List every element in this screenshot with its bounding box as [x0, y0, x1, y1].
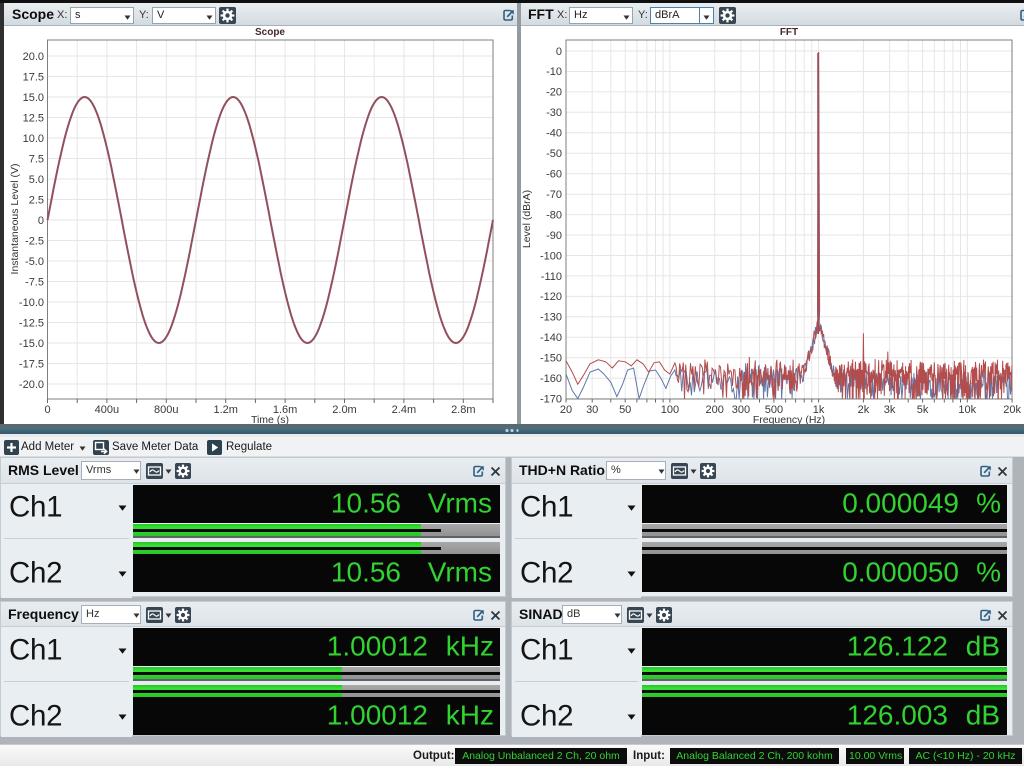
svg-text:5.0: 5.0	[29, 174, 44, 186]
svg-text:20: 20	[560, 404, 572, 416]
svg-text:17.5: 17.5	[23, 71, 44, 83]
svg-text:-150: -150	[540, 353, 562, 365]
svg-text:2.0m: 2.0m	[332, 404, 356, 416]
svg-text:-7.5: -7.5	[25, 276, 44, 288]
svg-text:-120: -120	[540, 291, 562, 303]
svg-text:2.8m: 2.8m	[451, 404, 475, 416]
svg-text:-60: -60	[546, 169, 562, 181]
svg-text:Scope: Scope	[255, 27, 285, 38]
svg-text:0: 0	[38, 215, 44, 227]
svg-text:-5.0: -5.0	[25, 256, 44, 268]
svg-text:2k: 2k	[858, 404, 870, 416]
svg-text:800u: 800u	[154, 404, 178, 416]
svg-text:-2.5: -2.5	[25, 235, 44, 247]
svg-text:3k: 3k	[884, 404, 896, 416]
svg-text:-50: -50	[546, 148, 562, 160]
svg-text:20.0: 20.0	[23, 51, 44, 63]
svg-text:-130: -130	[540, 312, 562, 324]
svg-text:200: 200	[706, 404, 724, 416]
svg-text:30: 30	[586, 404, 598, 416]
svg-text:15.0: 15.0	[23, 92, 44, 104]
svg-text:2.5: 2.5	[29, 194, 44, 206]
svg-text:-20.0: -20.0	[19, 379, 44, 391]
svg-text:0: 0	[556, 46, 562, 58]
svg-text:-110: -110	[541, 271, 562, 283]
svg-text:FFT: FFT	[780, 27, 798, 38]
svg-text:-10: -10	[546, 66, 562, 78]
svg-text:400u: 400u	[95, 404, 119, 416]
svg-text:10k: 10k	[958, 404, 976, 416]
svg-text:20k: 20k	[1003, 404, 1021, 416]
svg-text:10.0: 10.0	[23, 133, 44, 145]
svg-text:0: 0	[44, 404, 50, 416]
svg-text:-100: -100	[540, 250, 562, 262]
svg-text:Level (dBrA): Level (dBrA)	[521, 190, 533, 248]
svg-text:-12.5: -12.5	[19, 317, 44, 329]
svg-text:5k: 5k	[917, 404, 929, 416]
svg-text:-90: -90	[546, 230, 562, 242]
svg-text:-80: -80	[546, 209, 562, 221]
svg-text:-160: -160	[540, 373, 562, 385]
svg-text:-20: -20	[546, 87, 562, 99]
svg-text:-10.0: -10.0	[19, 297, 44, 309]
svg-text:-30: -30	[546, 107, 562, 119]
svg-text:100: 100	[661, 404, 679, 416]
svg-text:2.4m: 2.4m	[392, 404, 416, 416]
svg-text:-170: -170	[540, 393, 562, 405]
svg-text:-70: -70	[546, 189, 562, 201]
svg-text:-40: -40	[546, 128, 562, 140]
svg-text:-140: -140	[540, 332, 562, 344]
svg-text:50: 50	[619, 404, 631, 416]
svg-text:-17.5: -17.5	[19, 358, 44, 370]
svg-text:1.2m: 1.2m	[213, 404, 237, 416]
svg-text:300: 300	[732, 404, 750, 416]
svg-text:Instantaneous Level (V): Instantaneous Level (V)	[9, 164, 21, 275]
svg-text:12.5: 12.5	[23, 112, 44, 124]
svg-text:7.5: 7.5	[29, 153, 44, 165]
svg-text:-15.0: -15.0	[19, 338, 44, 350]
